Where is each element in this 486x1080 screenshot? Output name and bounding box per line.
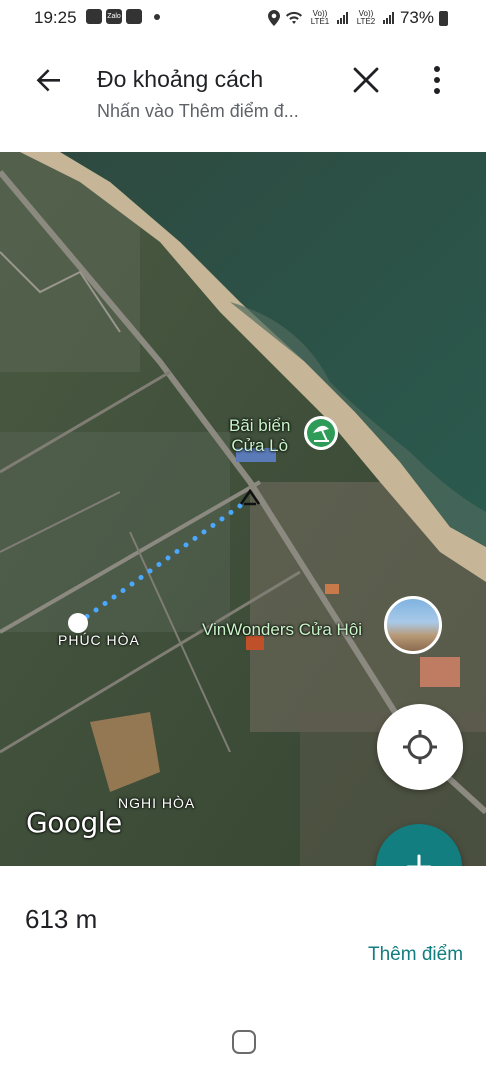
notification-icons: Zalo (86, 9, 160, 24)
measure-line (75, 500, 247, 626)
gallery-notification-icon (86, 9, 102, 24)
beach-label-line1: Bãi biển (229, 416, 291, 435)
status-time: 19:25 (34, 8, 77, 27)
battery-percent: 73% (399, 8, 434, 27)
satellite-map[interactable]: Bãi biển Cửa Lò VinWonders Cửa Hội PHÚC … (0, 152, 486, 866)
sim2-label: Vo)) LTE2 (356, 9, 376, 26)
home-button[interactable] (232, 1030, 256, 1054)
system-status: Vo)) LTE1 Vo)) LTE2 73% (267, 8, 448, 28)
google-logo: Google (26, 806, 122, 839)
beach-label-line2: Cửa Lò (231, 436, 289, 455)
battery-icon (439, 10, 448, 26)
my-location-icon (403, 730, 437, 764)
my-location-button[interactable] (377, 704, 463, 790)
measure-start-point (68, 613, 88, 633)
message-notification-icon (126, 9, 142, 24)
plus-icon (406, 854, 432, 866)
place-photo-pin[interactable] (384, 596, 442, 654)
measure-end-crosshair (239, 488, 261, 506)
page-subtitle: Nhấn vào Thêm điểm đ... (97, 101, 299, 121)
phuc-hoa-label: PHÚC HÒA (58, 632, 140, 648)
close-icon[interactable] (346, 60, 386, 100)
back-arrow-icon[interactable] (28, 60, 68, 100)
status-bar: 19:25 Zalo Vo)) LTE1 Vo)) LTE2 73% (0, 0, 486, 36)
vinwonders-label[interactable]: VinWonders Cửa Hội (202, 620, 362, 640)
beach-umbrella-icon[interactable] (304, 416, 338, 450)
zalo-notification-icon: Zalo (106, 9, 122, 24)
location-icon (267, 10, 280, 26)
distance-readout: 613 m (25, 904, 98, 934)
add-point-fab[interactable] (376, 824, 462, 866)
page-title: Đo khoảng cách (97, 66, 264, 92)
sim1-label: Vo)) LTE1 (310, 9, 330, 26)
nghi-hoa-label: NGHI HÒA (118, 795, 196, 811)
measure-distance-header: Đo khoảng cách Nhấn vào Thêm điểm đ... (0, 40, 486, 150)
signal-1-icon (336, 12, 348, 24)
more-options-icon[interactable] (417, 60, 457, 100)
wifi-icon (285, 11, 302, 24)
signal-2-icon (382, 12, 394, 24)
add-point-button[interactable]: Thêm điểm (368, 944, 463, 966)
system-nav-bar (0, 1010, 486, 1080)
beach-label[interactable]: Bãi biển Cửa Lò (229, 416, 290, 456)
more-notifications-icon (154, 13, 160, 20)
